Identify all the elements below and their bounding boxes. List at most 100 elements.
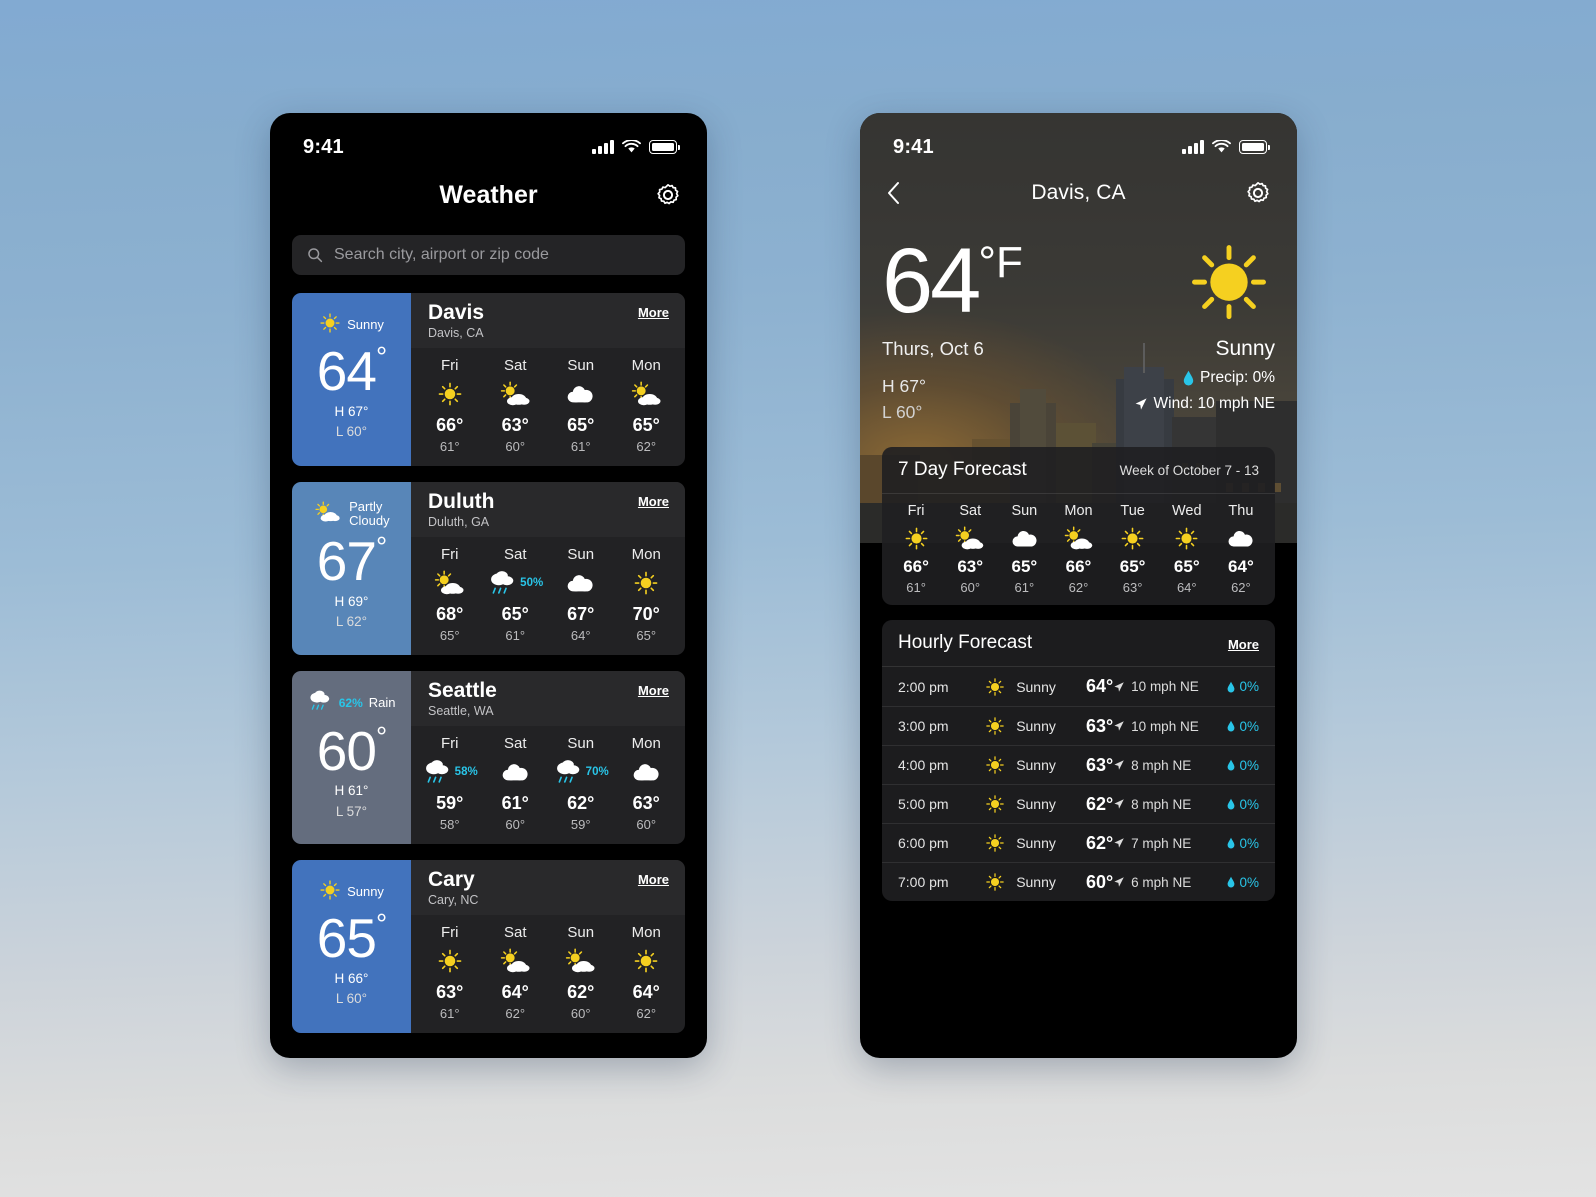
current-temperature: 64 °F [882, 235, 1023, 327]
forecast-day-high: 68° [436, 604, 464, 624]
city-card-header: Cary Cary, NC More [411, 860, 685, 915]
forecast-day: Mon 63° 60° [614, 735, 680, 836]
chevron-left-icon[interactable] [885, 180, 903, 206]
city-more-link[interactable]: More [638, 494, 669, 509]
hourly-forecast-panel: Hourly Forecast More 2:00 pm Sunny 64° 1… [882, 620, 1275, 902]
tile-high: H 69° [334, 593, 369, 609]
wind-arrow-icon [1135, 398, 1147, 410]
city-card-summary-tile[interactable]: 62% Rain 60° H 61° L 57° [292, 671, 411, 844]
forecast-day-low: 59° [570, 817, 591, 832]
gear-icon[interactable] [654, 181, 682, 209]
hourly-temp: 63° [1085, 754, 1114, 775]
hourly-temp: 63° [1085, 715, 1114, 736]
sun-icon [986, 717, 1004, 735]
rain-icon [425, 760, 449, 783]
week-day-name: Thu [1228, 503, 1254, 520]
forecast-day: Mon 64° 62° [614, 924, 680, 1025]
search-input[interactable]: Search city, airport or zip code [292, 235, 685, 275]
city-more-link[interactable]: More [638, 683, 669, 698]
week-day-low: 64° [1176, 580, 1197, 596]
forecast-day-low: 61° [505, 628, 526, 643]
city-more-link[interactable]: More [638, 305, 669, 320]
hourly-wind: 7 mph NE [1113, 836, 1227, 851]
city-more-link[interactable]: More [638, 872, 669, 887]
week-day-high: 65° [1173, 557, 1200, 577]
forecast-day: Sat 64° 62° [483, 924, 549, 1025]
forecast-day-name: Mon [631, 357, 661, 374]
hourly-row[interactable]: 2:00 pm Sunny 64° 10 mph NE 0% [882, 667, 1275, 706]
hourly-condition: Sunny [1016, 796, 1056, 813]
city-card[interactable]: Partly Cloudy 67° H 69° L 62° Duluth Dulu… [292, 482, 685, 655]
hourly-time: 3:00 pm [898, 718, 949, 735]
sun-cloud-icon [500, 948, 530, 973]
tile-low: L 60° [335, 990, 368, 1006]
seven-day-forecast-panel: 7 Day Forecast Week of October 7 - 13 Fr… [882, 447, 1275, 606]
hourly-icon [974, 794, 1017, 814]
forecast-day: Sat 50% 65° 61° [483, 546, 549, 647]
status-bar-right: 9:41 [860, 113, 1297, 169]
cloud-icon [1012, 530, 1037, 547]
week-day-icon [953, 522, 987, 554]
hourly-condition: Sunny [1016, 718, 1056, 735]
week-day-high: 64° [1228, 557, 1254, 577]
city-card-summary-tile[interactable]: Sunny 64° H 67° L 60° [292, 293, 411, 466]
page-title: Weather [439, 180, 538, 209]
forecast-day: Fri 68° 65° [417, 546, 483, 647]
week-day-high: 66° [903, 557, 929, 577]
week-forecast-day: Sat 63° 60° [943, 503, 997, 595]
forecast-day-icon: 50% [487, 566, 543, 600]
current-high-low: H 67° L 60° [882, 373, 1023, 426]
hourly-row[interactable]: 6:00 pm Sunny 62° 7 mph NE 0% [882, 823, 1275, 862]
city-card-summary-tile[interactable]: Sunny 65° H 66° L 60° [292, 860, 411, 1033]
wind-arrow-icon [1114, 681, 1124, 692]
city-card-summary-tile[interactable]: Partly Cloudy 67° H 69° L 62° [292, 482, 411, 655]
hourly-row[interactable]: 7:00 pm Sunny 60° 6 mph NE 0% [882, 862, 1275, 901]
week-forecast-day: Mon 66° 62° [1051, 503, 1105, 595]
cloud-icon [633, 764, 659, 781]
tile-condition: Partly Cloudy [313, 499, 390, 529]
sun-icon [986, 795, 1004, 813]
city-card[interactable]: Sunny 64° H 67° L 60° Davis Davis, CA Mo… [292, 293, 685, 466]
week-day-name: Wed [1171, 503, 1202, 520]
hourly-temp: 60° [1085, 871, 1114, 892]
tile-precip-pct: 62% [338, 696, 363, 711]
seven-day-header: 7 Day Forecast Week of October 7 - 13 [882, 447, 1275, 495]
hourly-condition: Sunny [1016, 678, 1056, 695]
forecast-day: Sat 61° 60° [483, 735, 549, 836]
tile-high: H 67° [334, 403, 369, 419]
sun-cloud-icon [1064, 526, 1092, 549]
city-card-days: Fri 63° 61° Sat 64° 62° Sun 62° 60° Mon … [411, 915, 685, 1033]
week-day-low: 62° [1231, 580, 1251, 596]
gear-icon[interactable] [1244, 179, 1272, 207]
forecast-day-icon: 70% [553, 755, 609, 789]
forecast-day-low: 61° [439, 1006, 460, 1021]
current-wind-text: Wind: 10 mph NE [1153, 395, 1275, 412]
city-card-body: Duluth Duluth, GA More Fri 68° 65° Sat 5… [411, 482, 685, 655]
sun-icon [1175, 527, 1198, 550]
forecast-day-icon [565, 377, 596, 411]
week-forecast-day: Sun 65° 61° [997, 503, 1051, 595]
hourly-precip-text: 0% [1239, 796, 1259, 812]
hourly-row[interactable]: 4:00 pm Sunny 63° 8 mph NE 0% [882, 745, 1275, 784]
droplet-icon [1228, 876, 1235, 888]
city-card-name-block: Duluth Duluth, GA [428, 490, 494, 530]
hourly-wind-text: 10 mph NE [1131, 679, 1199, 695]
week-day-name: Tue [1120, 503, 1145, 520]
city-card[interactable]: Sunny 65° H 66° L 60° Cary Cary, NC More… [292, 860, 685, 1033]
city-card[interactable]: 62% Rain 60° H 61° L 57° Seattle Seattle… [292, 671, 685, 844]
left-nav-bar: Weather [270, 169, 707, 221]
week-day-low: 61° [1014, 580, 1035, 596]
week-day-name: Sun [1011, 503, 1038, 520]
rain-icon [556, 760, 580, 783]
forecast-day-precip: 70% [585, 766, 609, 778]
city-region: Duluth, GA [428, 515, 490, 530]
week-day-icon [904, 522, 929, 554]
hourly-row[interactable]: 3:00 pm Sunny 63° 10 mph NE 0% [882, 706, 1275, 745]
forecast-day-high: 65° [567, 415, 595, 435]
forecast-day: Sun 65° 61° [548, 357, 614, 458]
current-conditions: 64 °F Thurs, Oct 6 H 67° L 60° Sunny Pre… [860, 217, 1297, 425]
hourly-more-link[interactable]: More [1228, 637, 1259, 652]
tile-condition-label: Rain [368, 695, 396, 711]
sun-icon [438, 949, 462, 973]
hourly-row[interactable]: 5:00 pm Sunny 62° 8 mph NE 0% [882, 784, 1275, 823]
